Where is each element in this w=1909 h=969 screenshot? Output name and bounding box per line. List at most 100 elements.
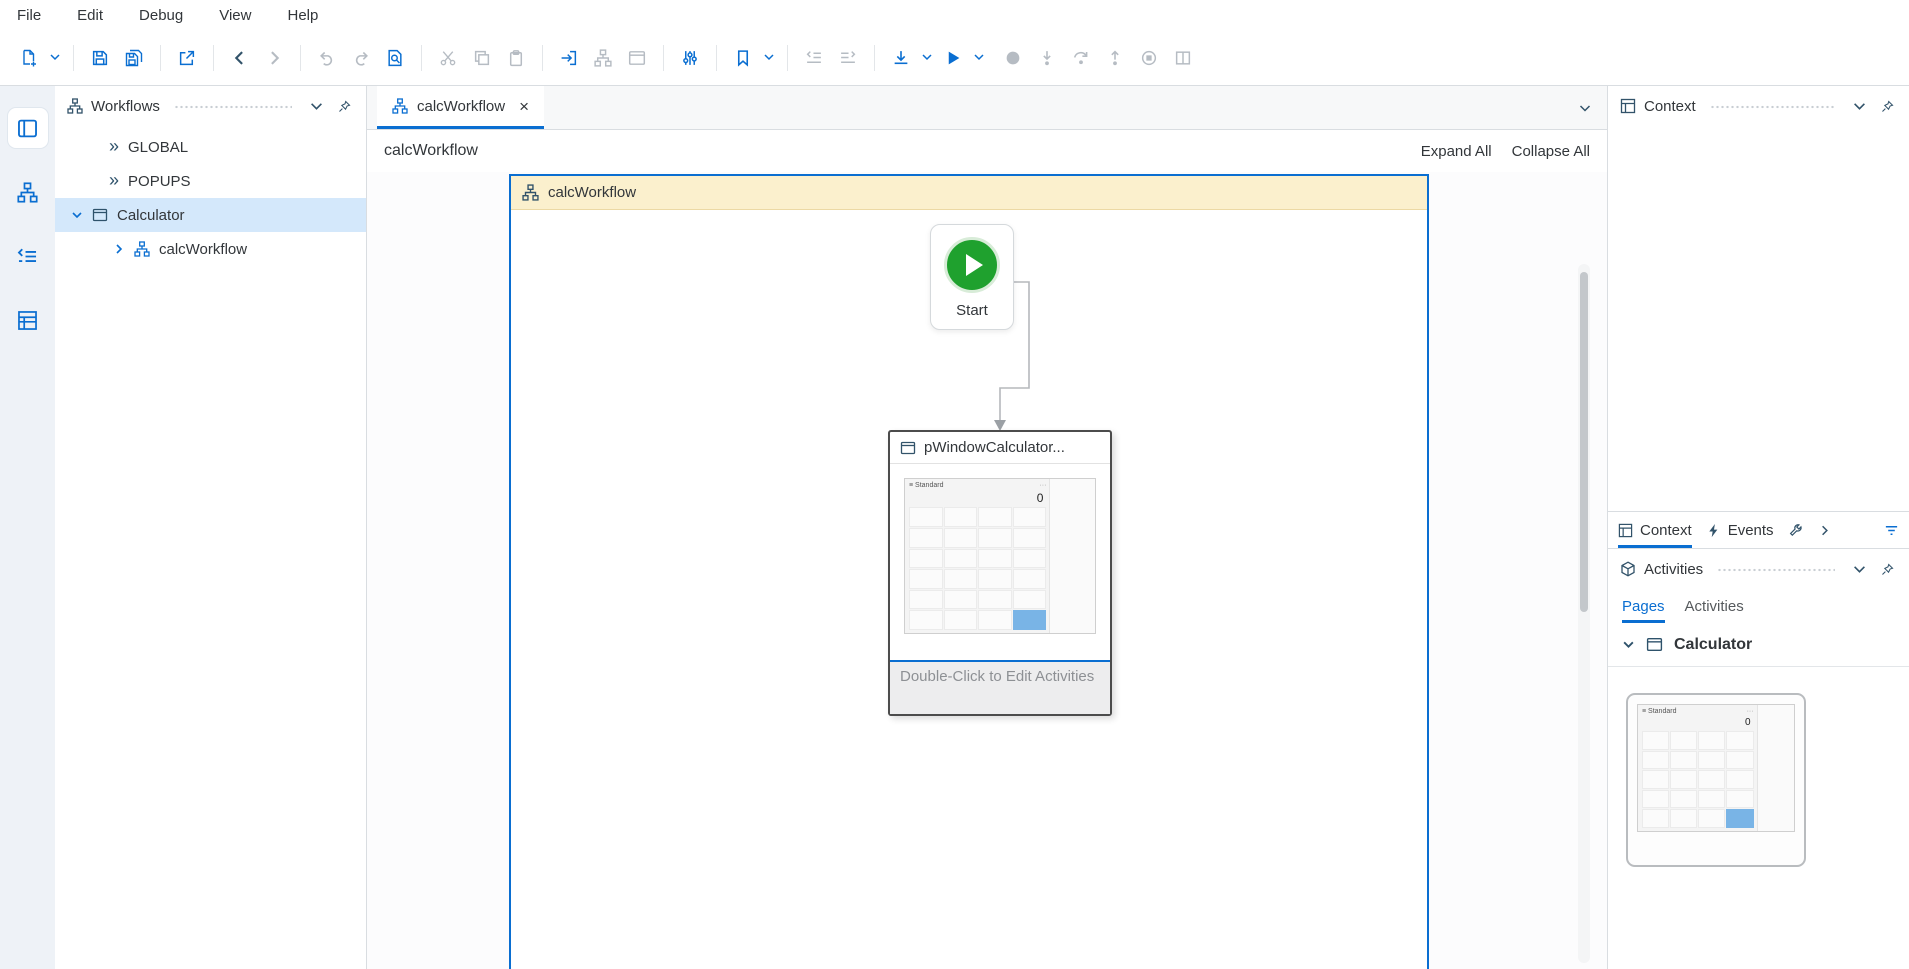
chevron-right-icon[interactable]: [113, 243, 125, 255]
chevron-down-icon[interactable]: [1622, 638, 1635, 651]
close-icon[interactable]: ×: [519, 98, 529, 115]
pages-view-icon[interactable]: [7, 108, 48, 148]
activities-panel: Activities Pages Activities Calculator ≡…: [1608, 549, 1909, 969]
calc-top-icons: ···: [1039, 482, 1047, 489]
back-icon[interactable]: [224, 42, 256, 74]
tab-activities[interactable]: Activities: [1685, 589, 1744, 623]
indent-icon[interactable]: [832, 42, 864, 74]
hamburger-icon: ≡: [1642, 708, 1647, 715]
app-window: File Edit Debug View Help Workflows » GL…: [0, 0, 1909, 969]
forward-icon[interactable]: [258, 42, 290, 74]
page-node-title: pWindowCalculator...: [924, 439, 1065, 456]
wrench-icon[interactable]: [1788, 512, 1803, 548]
pin-icon[interactable]: [1877, 99, 1897, 113]
calc-history-panel: [1049, 479, 1095, 633]
bookmark-icon[interactable]: [727, 42, 759, 74]
tree-item-global[interactable]: » GLOBAL: [55, 130, 366, 164]
tree-item-calculator[interactable]: Calculator: [55, 198, 366, 232]
table-view-icon[interactable]: [8, 300, 48, 340]
hierarchy-view-icon[interactable]: [8, 172, 48, 212]
filters-icon[interactable]: [674, 42, 706, 74]
filter-icon[interactable]: [1884, 512, 1899, 548]
context-panel-body: [1608, 126, 1909, 511]
menu-edit[interactable]: Edit: [77, 7, 103, 24]
save-all-icon[interactable]: [118, 42, 150, 74]
menu-help[interactable]: Help: [287, 7, 318, 24]
undo-icon[interactable]: [311, 42, 343, 74]
workflow-container[interactable]: calcWorkflow Start pWindowCalculator... …: [509, 174, 1429, 969]
menu-debug[interactable]: Debug: [139, 7, 183, 24]
context-panel-title: Context: [1644, 97, 1696, 115]
context-panel-header: Context: [1608, 86, 1909, 126]
menu-view[interactable]: View: [219, 7, 251, 24]
redo-icon[interactable]: [345, 42, 377, 74]
scrollbar-thumb[interactable]: [1580, 272, 1588, 612]
toolbar: [0, 30, 1909, 86]
calculator-page-thumbnail: ≡ Standard ··· 0: [1637, 704, 1795, 832]
cut-icon[interactable]: [432, 42, 464, 74]
tab-context[interactable]: Context: [1618, 512, 1692, 548]
page-thumbnail-card[interactable]: ≡ Standard ··· 0: [1626, 693, 1806, 867]
outline-view-icon[interactable]: [8, 236, 48, 276]
expand-all-button[interactable]: Expand All: [1421, 143, 1492, 160]
bookmark-dropdown-icon[interactable]: [761, 42, 777, 74]
new-file-icon[interactable]: [13, 42, 45, 74]
find-in-page-icon[interactable]: [379, 42, 411, 74]
hamburger-icon: ≡: [909, 482, 914, 489]
editor-area: calcWorkflow × calcWorkflow Expand All C…: [367, 86, 1607, 969]
tab-overflow-icon[interactable]: [1579, 100, 1591, 118]
start-node[interactable]: Start: [930, 224, 1014, 330]
expand-right-icon[interactable]: [1817, 512, 1832, 548]
editor-header: calcWorkflow Expand All Collapse All: [367, 130, 1607, 172]
workflow-container-header[interactable]: calcWorkflow: [511, 176, 1427, 210]
import-icon[interactable]: [553, 42, 585, 74]
panel-menu-icon[interactable]: [1849, 563, 1869, 576]
pages-tree-item-calculator[interactable]: Calculator: [1608, 623, 1909, 667]
calc-keypad: [909, 507, 1047, 630]
stop-icon[interactable]: [1133, 42, 1165, 74]
collapsed-group-icon: »: [109, 169, 120, 190]
export-icon[interactable]: [171, 42, 203, 74]
drag-handle-dots[interactable]: [1709, 105, 1835, 109]
copy-icon[interactable]: [466, 42, 498, 74]
columns-icon[interactable]: [1167, 42, 1199, 74]
context-table-icon: [1620, 98, 1636, 114]
run-icon[interactable]: [937, 42, 969, 74]
outdent-icon[interactable]: [798, 42, 830, 74]
deploy-dropdown-icon[interactable]: [919, 42, 935, 74]
save-icon[interactable]: [84, 42, 116, 74]
window-small-icon[interactable]: [621, 42, 653, 74]
collapse-all-button[interactable]: Collapse All: [1512, 143, 1590, 160]
menu-file[interactable]: File: [17, 7, 41, 24]
step-over-icon[interactable]: [1065, 42, 1097, 74]
collapsed-group-icon: »: [109, 135, 120, 156]
workflows-panel: Workflows » GLOBAL » POPUPS Calculator c…: [55, 86, 367, 969]
record-icon[interactable]: [997, 42, 1029, 74]
panel-menu-icon[interactable]: [1849, 100, 1869, 113]
tab-calcworkflow[interactable]: calcWorkflow ×: [377, 86, 545, 129]
panel-menu-icon[interactable]: [306, 100, 326, 113]
deploy-icon[interactable]: [885, 42, 917, 74]
drag-handle-dots[interactable]: [173, 105, 292, 109]
drag-handle-dots[interactable]: [1717, 568, 1835, 572]
workflow-canvas[interactable]: calcWorkflow Start pWindowCalculator... …: [367, 172, 1607, 969]
new-file-dropdown-icon[interactable]: [47, 42, 63, 74]
window-icon: [900, 440, 916, 456]
workflow-icon: [134, 241, 150, 257]
pin-icon[interactable]: [1877, 562, 1897, 576]
activities-panel-title: Activities: [1644, 560, 1704, 578]
tree-item-popups[interactable]: » POPUPS: [55, 164, 366, 198]
tab-events[interactable]: Events: [1706, 512, 1774, 548]
page-node-pwindowcalculator[interactable]: pWindowCalculator... ≡ Standard ··· 0 Do…: [888, 430, 1112, 716]
right-panel: Context Context Events Activities Pages …: [1607, 86, 1909, 969]
workflow-small-icon[interactable]: [587, 42, 619, 74]
run-dropdown-icon[interactable]: [971, 42, 987, 74]
tree-item-calcworkflow[interactable]: calcWorkflow: [55, 232, 366, 266]
step-out-icon[interactable]: [1099, 42, 1131, 74]
tab-pages[interactable]: Pages: [1622, 589, 1665, 623]
step-into-icon[interactable]: [1031, 42, 1063, 74]
paste-icon[interactable]: [500, 42, 532, 74]
chevron-down-icon[interactable]: [71, 209, 83, 221]
pin-icon[interactable]: [334, 99, 354, 113]
vertical-scrollbar[interactable]: [1578, 264, 1590, 963]
